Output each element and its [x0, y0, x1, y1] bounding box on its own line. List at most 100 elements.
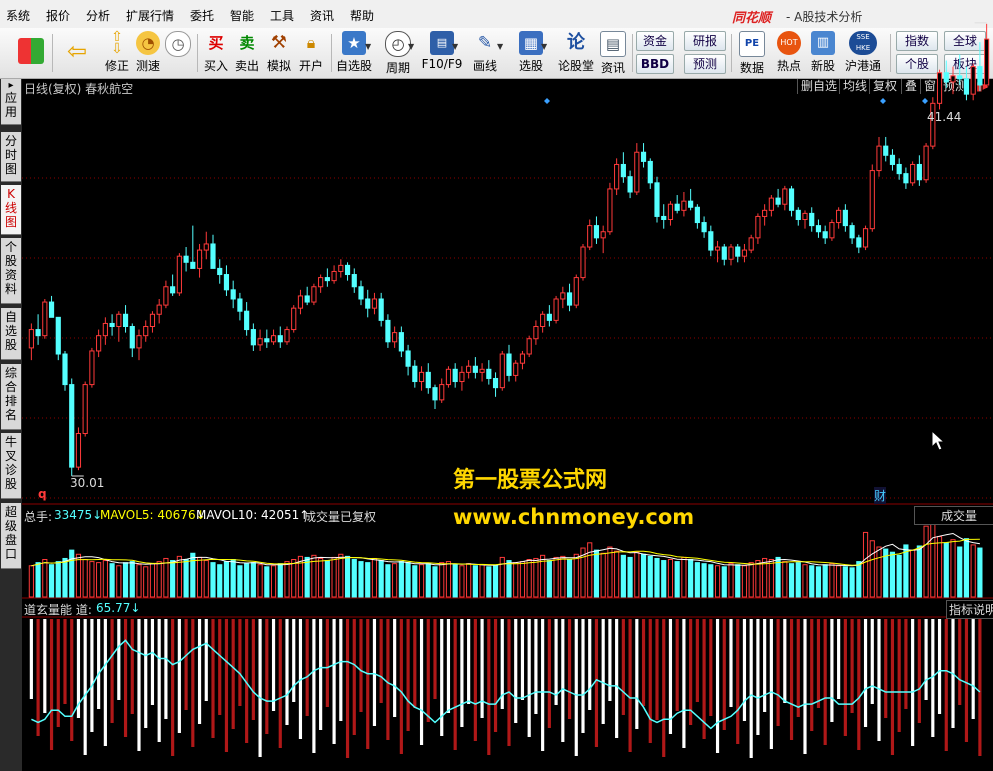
- candle-body[interactable]: [688, 200, 694, 208]
- candle-body[interactable]: [869, 170, 875, 230]
- volume-bar[interactable]: [862, 531, 869, 598]
- candle-body[interactable]: [405, 350, 411, 367]
- candle-body[interactable]: [849, 225, 855, 239]
- candle-body[interactable]: [425, 371, 431, 389]
- volume-bar[interactable]: [970, 544, 976, 598]
- candle-body[interactable]: [42, 301, 48, 337]
- volume-bar[interactable]: [425, 563, 431, 598]
- volume-bar[interactable]: [365, 562, 371, 598]
- candle-body[interactable]: [48, 301, 55, 318]
- volume-bar[interactable]: [466, 563, 472, 598]
- candle-body[interactable]: [896, 163, 902, 175]
- volume-bar[interactable]: [728, 563, 734, 598]
- volume-bar[interactable]: [351, 559, 357, 598]
- candle-body[interactable]: [809, 212, 815, 227]
- volume-bar[interactable]: [170, 560, 176, 598]
- candle-body[interactable]: [795, 209, 801, 220]
- volume-bar[interactable]: [963, 538, 970, 598]
- volume-bar[interactable]: [96, 562, 102, 598]
- volume-bar[interactable]: [661, 560, 667, 598]
- candle-body[interactable]: [122, 313, 129, 328]
- volume-bar[interactable]: [452, 564, 458, 598]
- volume-bar[interactable]: [270, 565, 277, 598]
- candle-body[interactable]: [331, 270, 337, 282]
- candle-body[interactable]: [802, 212, 808, 220]
- volume-bar[interactable]: [748, 562, 754, 598]
- volume-bar[interactable]: [667, 559, 674, 598]
- volume-bar[interactable]: [627, 556, 633, 598]
- volume-bar[interactable]: [492, 565, 499, 598]
- candle-body[interactable]: [338, 264, 344, 272]
- volume-bar[interactable]: [526, 559, 532, 598]
- volume-bar[interactable]: [499, 556, 505, 598]
- candle-body[interactable]: [560, 292, 566, 300]
- candle-body[interactable]: [788, 188, 795, 211]
- volume-bar[interactable]: [149, 563, 156, 598]
- candle-body[interactable]: [661, 215, 667, 220]
- candle-body[interactable]: [190, 261, 196, 269]
- volume-bar[interactable]: [936, 536, 943, 598]
- volume-bar[interactable]: [593, 549, 600, 598]
- candle-body[interactable]: [371, 298, 378, 309]
- candle-body[interactable]: [365, 298, 371, 309]
- volume-bar[interactable]: [358, 561, 364, 598]
- volume-tab[interactable]: 成交量: [914, 506, 993, 525]
- volume-bar[interactable]: [923, 525, 929, 598]
- volume-bar[interactable]: [445, 561, 452, 598]
- candle-body[interactable]: [277, 335, 283, 343]
- candle-body[interactable]: [587, 225, 593, 248]
- candle-body[interactable]: [378, 298, 384, 321]
- candle-body[interactable]: [647, 160, 653, 184]
- candle-body[interactable]: [546, 313, 552, 321]
- candle-body[interactable]: [217, 267, 223, 276]
- volume-bar[interactable]: [324, 560, 330, 598]
- candle-body[interactable]: [526, 338, 532, 355]
- volume-bar[interactable]: [237, 565, 243, 598]
- candle-body[interactable]: [735, 246, 741, 257]
- candle-body[interactable]: [55, 316, 61, 355]
- candle-body[interactable]: [620, 163, 626, 178]
- volume-bar[interactable]: [822, 564, 828, 598]
- candle-body[interactable]: [109, 322, 115, 328]
- candle-body[interactable]: [479, 368, 485, 373]
- volume-bar[interactable]: [136, 564, 142, 598]
- candle-body[interactable]: [452, 368, 458, 383]
- volume-bar[interactable]: [338, 553, 344, 598]
- candle-body[interactable]: [297, 295, 304, 309]
- volume-bar[interactable]: [412, 565, 418, 598]
- candle-body[interactable]: [782, 188, 788, 205]
- candle-body[interactable]: [822, 231, 828, 239]
- candle-body[interactable]: [533, 326, 539, 340]
- volume-bar[interactable]: [741, 565, 748, 598]
- finance-marker[interactable]: 财: [874, 487, 887, 504]
- candle-body[interactable]: [237, 298, 243, 312]
- volume-bar[interactable]: [950, 539, 956, 598]
- event-diamond-icon[interactable]: [544, 98, 550, 104]
- volume-bar[interactable]: [82, 559, 88, 598]
- volume-bar[interactable]: [809, 565, 815, 598]
- volume-bar[interactable]: [35, 562, 41, 598]
- candle-body[interactable]: [466, 365, 472, 373]
- candle-body[interactable]: [163, 286, 169, 306]
- volume-bar[interactable]: [304, 556, 310, 598]
- volume-bar[interactable]: [102, 560, 108, 598]
- candle-body[interactable]: [681, 200, 687, 211]
- volume-bar[interactable]: [735, 564, 741, 598]
- candle-body[interactable]: [439, 384, 445, 401]
- candle-body[interactable]: [149, 313, 156, 328]
- candle-body[interactable]: [196, 249, 203, 269]
- volume-bar[interactable]: [977, 547, 983, 598]
- volume-bar[interactable]: [802, 564, 808, 598]
- volume-bar[interactable]: [910, 549, 916, 598]
- volume-bar[interactable]: [708, 564, 714, 598]
- volume-bar[interactable]: [264, 566, 270, 598]
- volume-bar[interactable]: [284, 561, 290, 598]
- volume-bar[interactable]: [163, 557, 169, 598]
- volume-bar[interactable]: [836, 565, 842, 598]
- volume-bar[interactable]: [371, 557, 378, 598]
- candle-body[interactable]: [492, 377, 499, 389]
- candle-body[interactable]: [883, 145, 889, 156]
- volume-bar[interactable]: [156, 561, 162, 598]
- candle-body[interactable]: [674, 203, 680, 211]
- candle-body[interactable]: [210, 243, 216, 269]
